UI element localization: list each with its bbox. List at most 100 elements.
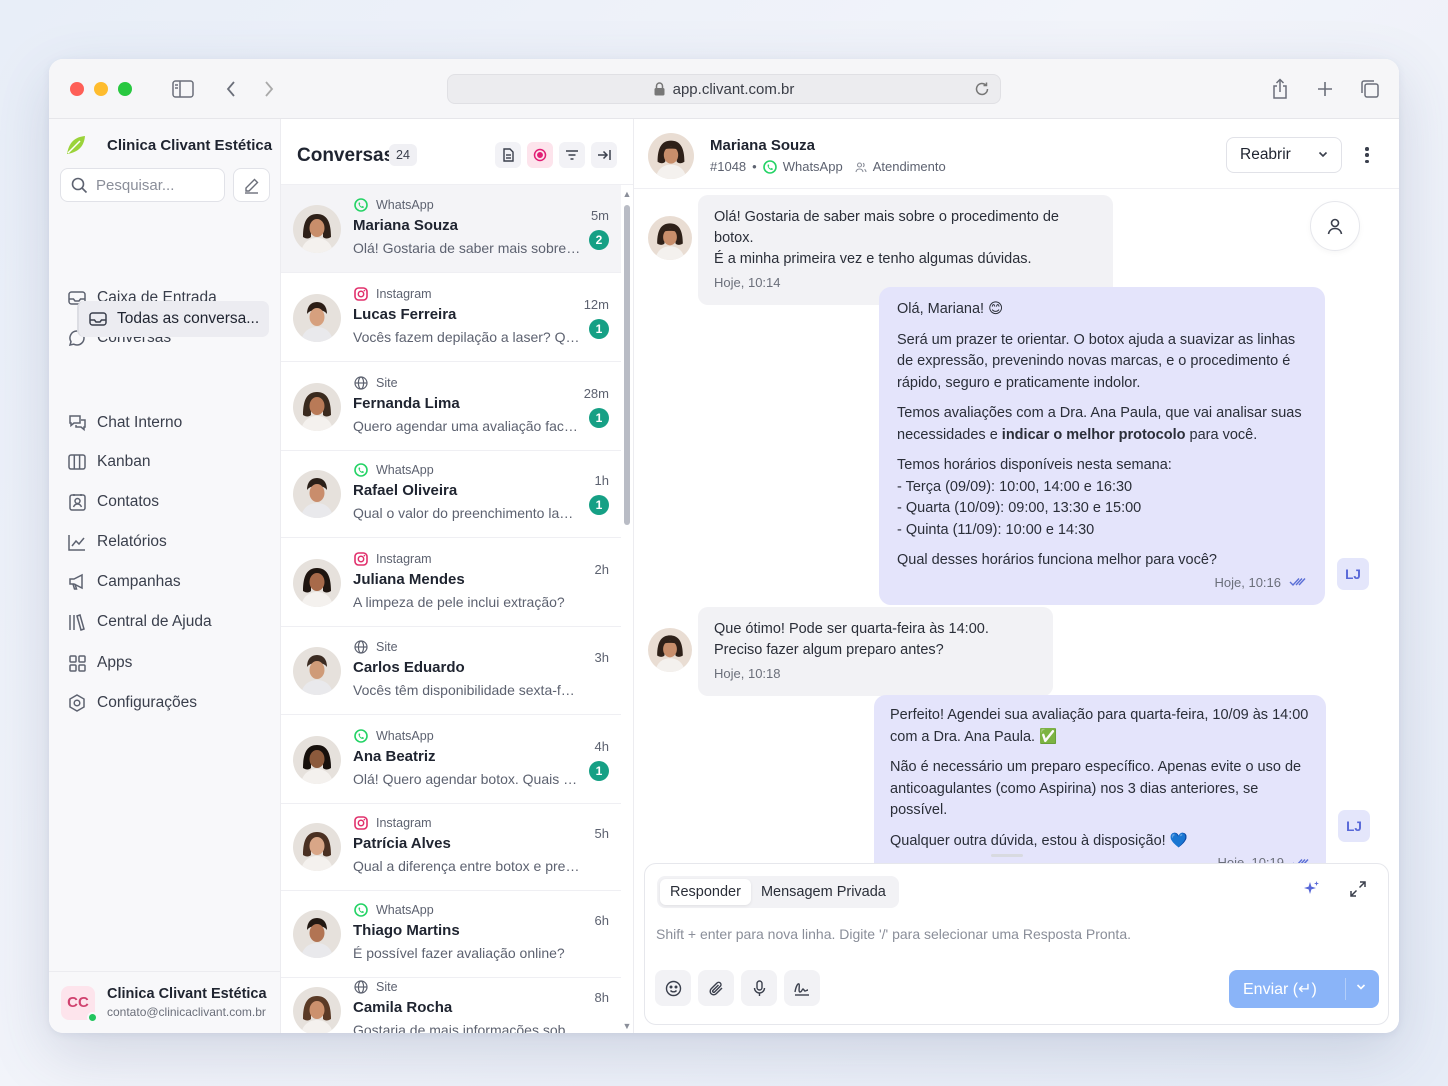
channel-label: Instagram	[353, 551, 432, 567]
conversation-list-item[interactable]: Site Carlos Eduardo Vocês têm disponibilid…	[281, 627, 621, 715]
contact-name: Mariana Souza	[710, 137, 816, 154]
avatar	[293, 470, 341, 518]
emoji-button[interactable]	[655, 970, 691, 1006]
scroll-up-arrow-icon[interactable]: ▲	[622, 189, 632, 199]
chart-line-icon	[67, 534, 87, 551]
more-options-icon[interactable]	[1360, 143, 1374, 167]
filter-icon	[566, 150, 578, 160]
notes-filter-button[interactable]	[495, 142, 521, 168]
read-receipt-icon	[1289, 577, 1307, 587]
contact-name: Thiago Martins	[353, 922, 460, 939]
arrow-to-right-icon	[598, 150, 611, 160]
message-time: 5h	[594, 826, 609, 841]
sidebar-item-label: Chat Interno	[97, 414, 183, 431]
avatar	[293, 559, 341, 607]
maximize-window-button[interactable]	[118, 82, 132, 96]
avatar	[293, 823, 341, 871]
close-window-button[interactable]	[70, 82, 84, 96]
conversation-list-item[interactable]: WhatsApp Rafael Oliveira Qual o valor do p…	[281, 450, 621, 538]
sidebar-item-reports[interactable]: Relatórios	[67, 527, 167, 557]
agent-avatar: LJ	[1337, 558, 1369, 590]
contact-name: Rafael Oliveira	[353, 482, 458, 499]
back-arrow-icon[interactable]	[217, 75, 245, 103]
sidebar-item-label: Central de Ajuda	[97, 613, 212, 630]
share-icon[interactable]	[1266, 75, 1294, 103]
record-button[interactable]	[527, 142, 553, 168]
scrollbar-thumb[interactable]	[624, 205, 630, 525]
message-preview: Qual a diferença entre botox e preenchim…	[353, 858, 581, 874]
address-bar[interactable]: app.clivant.com.br	[447, 74, 1001, 104]
whatsapp-icon	[353, 462, 369, 478]
microphone-icon	[753, 979, 765, 996]
contact-avatar	[648, 628, 692, 672]
conversation-list-item[interactable]: Site Fernanda Lima Quero agendar uma avali…	[281, 363, 621, 451]
channel-label: Site	[353, 979, 398, 995]
globe-icon	[353, 639, 369, 655]
conversation-list-item[interactable]: WhatsApp Mariana Souza Olá! Gostaria de sa…	[281, 185, 621, 273]
contact-avatar[interactable]	[648, 133, 694, 179]
online-status-dot	[87, 1011, 98, 1023]
expand-icon[interactable]	[1349, 880, 1367, 898]
channel-label: WhatsApp	[353, 462, 434, 478]
send-button[interactable]: Enviar (↵)	[1229, 970, 1379, 1008]
lock-icon	[654, 82, 665, 96]
message-preview: Quero agendar uma avaliação facial.	[353, 418, 581, 434]
message-preview: É possível fazer avaliação online?	[353, 945, 565, 961]
channel-label: WhatsApp	[353, 902, 434, 918]
attach-button[interactable]	[698, 970, 734, 1006]
channel-label: WhatsApp	[353, 728, 434, 744]
forward-arrow-icon[interactable]	[255, 75, 283, 103]
tab-reply[interactable]: Responder	[660, 879, 751, 905]
chat-panel: Mariana Souza #1048 • WhatsApp Atendimen…	[634, 119, 1399, 1033]
conversation-list-item[interactable]: WhatsApp Ana Beatriz Olá! Quero agendar bo…	[281, 716, 621, 804]
user-profile[interactable]: CC Clinica Clivant Estética contato@clin…	[49, 971, 281, 1033]
message-input[interactable]: Shift + enter para nova linha. Digite '/…	[656, 926, 1131, 942]
reload-icon[interactable]	[974, 81, 990, 97]
collapse-panel-button[interactable]	[591, 142, 617, 168]
scroll-down-arrow-icon[interactable]: ▼	[622, 1021, 632, 1031]
user-email: contato@clinicaclivant.com.br	[107, 1005, 266, 1019]
avatar	[293, 294, 341, 342]
conversation-list-item[interactable]: WhatsApp Thiago Martins É possível fazer a…	[281, 890, 621, 978]
instagram-icon	[353, 286, 369, 302]
conversation-list-item[interactable]: Instagram Lucas Ferreira Vocês fazem depil…	[281, 274, 621, 362]
search-placeholder: Pesquisar...	[96, 176, 175, 194]
chat-header: Mariana Souza #1048 • WhatsApp Atendimen…	[634, 119, 1399, 189]
sidebar-item-settings[interactable]: Configurações	[67, 688, 197, 718]
message-time: 3h	[594, 650, 609, 665]
sidebar-toggle-icon[interactable]	[169, 75, 197, 103]
contact-details-button[interactable]	[1310, 201, 1360, 251]
avatar: CC	[61, 985, 98, 1023]
url-text: app.clivant.com.br	[672, 80, 795, 98]
reopen-button[interactable]: Reabrir	[1226, 137, 1342, 173]
chevron-down-icon[interactable]	[1355, 981, 1367, 993]
sidebar-item-kanban[interactable]: Kanban	[67, 447, 150, 477]
sidebar-item-label: Relatórios	[97, 533, 167, 550]
sidebar-item-contacts[interactable]: Contatos	[67, 487, 159, 517]
filter-button[interactable]	[559, 142, 585, 168]
search-input[interactable]: Pesquisar...	[60, 168, 225, 202]
sidebar-item-all-conversations[interactable]: Todas as conversa...	[77, 301, 269, 337]
compose-button[interactable]	[233, 168, 270, 202]
sidebar-item-help-center[interactable]: Central de Ajuda	[67, 607, 212, 637]
message-time: 28m	[583, 386, 609, 401]
tabs-overview-icon[interactable]	[1356, 75, 1384, 103]
message-preview: Vocês têm disponibilidade sexta-feira?	[353, 682, 581, 698]
signature-button[interactable]	[784, 970, 820, 1006]
sidebar-item-apps[interactable]: Apps	[67, 648, 132, 678]
document-icon	[503, 148, 514, 162]
channel-label: Instagram	[353, 286, 432, 302]
minimize-window-button[interactable]	[94, 82, 108, 96]
conversation-list-item[interactable]: Instagram Juliana Mendes A limpeza de pele…	[281, 539, 621, 627]
voice-record-button[interactable]	[741, 970, 777, 1006]
unread-count-badge: 1	[589, 408, 609, 428]
ai-sparkle-icon[interactable]	[1302, 880, 1320, 898]
conversation-list-item[interactable]: Site Camila Rocha Gostaria de mais informa…	[281, 967, 621, 1033]
composer-resize-handle[interactable]	[991, 854, 1023, 857]
new-tab-icon[interactable]	[1311, 75, 1339, 103]
tab-private-message[interactable]: Mensagem Privada	[751, 879, 896, 905]
conversation-list-item[interactable]: Instagram Patrícia Alves Qual a diferença …	[281, 803, 621, 891]
sidebar-item-internal-chat[interactable]: Chat Interno	[67, 408, 182, 438]
sidebar-item-campaigns[interactable]: Campanhas	[67, 567, 181, 597]
conversation-scrollbar[interactable]: ▲ ▼	[621, 185, 633, 1033]
